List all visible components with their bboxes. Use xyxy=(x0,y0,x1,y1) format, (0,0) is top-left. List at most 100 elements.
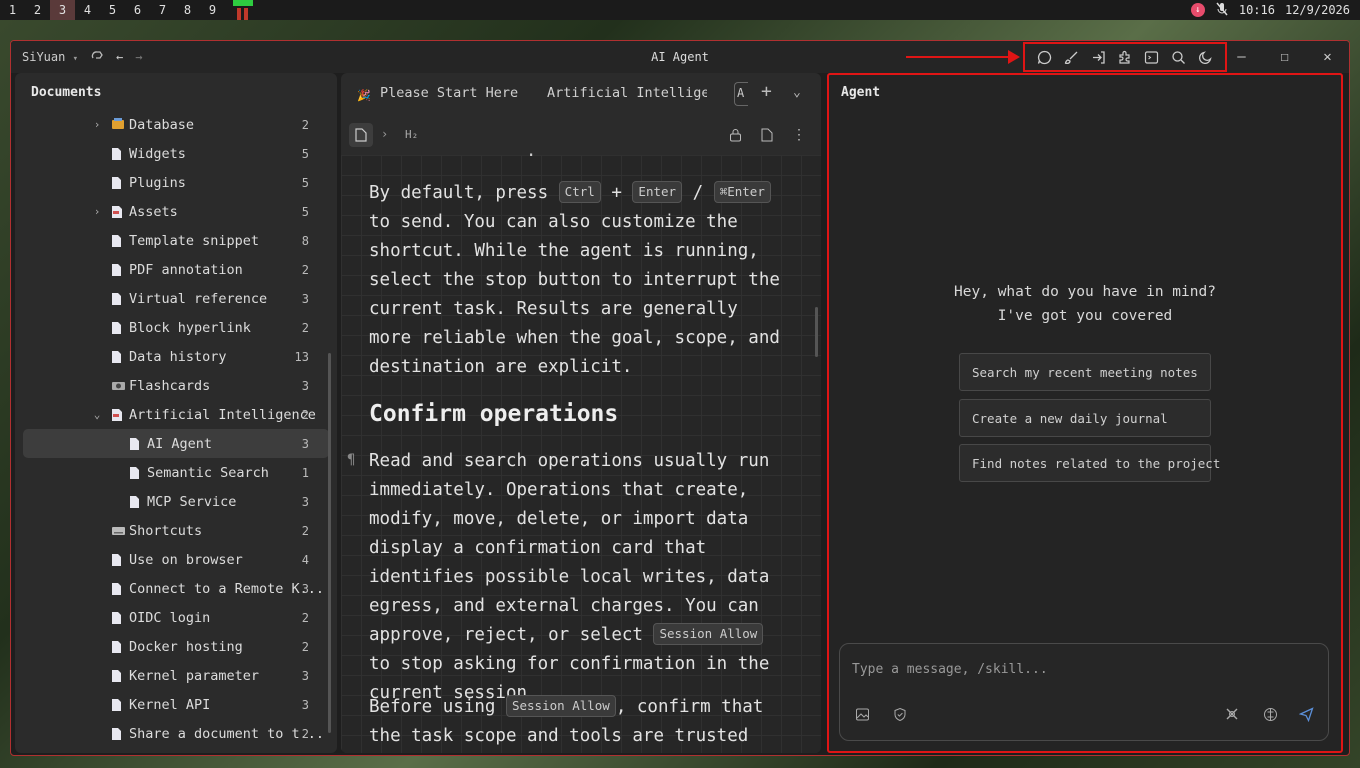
toolbar-highlight xyxy=(1023,42,1227,72)
paragraph-send-shortcut: By default, press Ctrl + Enter / ⌘Enter … xyxy=(369,181,780,377)
doc-tree-item[interactable]: Data history 13 xyxy=(15,342,337,371)
doc-tree-item[interactable]: Widgets 5 xyxy=(15,139,337,168)
workspace-menu[interactable]: SiYuan ▾ xyxy=(22,50,78,64)
workspace-3[interactable]: 3 xyxy=(50,0,75,20)
send-icon[interactable] xyxy=(1296,704,1316,724)
doc-tree-count: 5 xyxy=(301,175,309,190)
document-icon xyxy=(129,495,141,509)
activity-indicator-icon xyxy=(233,0,253,20)
doc-tree-label: Connect to a Remote K... xyxy=(129,580,325,597)
doc-tree-item[interactable]: Connect to a Remote K... 3 xyxy=(15,574,337,603)
doc-tree-count: 3 xyxy=(301,494,309,509)
keyboard-icon xyxy=(111,524,125,538)
doc-tree-item[interactable]: Flashcards 3 xyxy=(15,371,337,400)
document-icon xyxy=(111,553,123,567)
workspace-9[interactable]: 9 xyxy=(200,0,225,20)
message-input[interactable] xyxy=(852,658,1312,680)
doc-tree-item[interactable]: Virtual reference 3 xyxy=(15,284,337,313)
doc-tree-count: 5 xyxy=(301,146,309,161)
terminal-icon[interactable] xyxy=(1143,48,1161,66)
doc-tree-label: PDF annotation xyxy=(129,261,243,278)
doc-tree-item[interactable]: ⌄ Artificial Intelligence 2 xyxy=(15,400,337,429)
workspace-7[interactable]: 7 xyxy=(150,0,175,20)
model-icon[interactable] xyxy=(1260,704,1280,724)
doc-tree-item[interactable]: Kernel API 3 xyxy=(15,690,337,719)
kbd-ctrl: Ctrl xyxy=(558,181,601,203)
doc-tree-item[interactable]: OIDC login 2 xyxy=(15,603,337,632)
document-icon xyxy=(129,437,141,451)
doc-tree-count: 13 xyxy=(294,349,309,364)
maximize-button[interactable]: ☐ xyxy=(1263,41,1306,73)
doc-tree-item[interactable]: PDF annotation 2 xyxy=(15,255,337,284)
suggestion-project-notes[interactable]: Find notes related to the project xyxy=(959,444,1220,482)
pilcrow-icon[interactable]: ¶ xyxy=(347,452,355,468)
doc-tree-item[interactable]: › Assets 5 xyxy=(15,197,337,226)
chevron-right-icon[interactable]: › xyxy=(91,118,103,131)
chevron-right-icon[interactable]: › xyxy=(91,205,103,218)
suggestion-daily-journal[interactable]: Create a new daily journal xyxy=(959,399,1211,437)
clock-time: 10:16 xyxy=(1238,3,1275,17)
titlebar: SiYuan ▾ ← → AI Agent — ☐ ✕ xyxy=(11,41,1349,73)
doc-tree-item[interactable]: Semantic Search 1 xyxy=(15,458,337,487)
tab-menu-chevron-icon[interactable]: ⌄ xyxy=(793,85,801,100)
doc-tree-item[interactable]: Block hyperlink 2 xyxy=(15,313,337,342)
sync-icon[interactable] xyxy=(90,49,104,66)
new-tab-button[interactable]: + xyxy=(761,81,772,102)
doc-tree-item[interactable]: Share a document to t... 2 xyxy=(15,719,337,748)
lock-icon[interactable] xyxy=(727,127,743,143)
image-icon[interactable] xyxy=(852,704,872,724)
doc-tree-count: 3 xyxy=(301,378,309,393)
doc-tree-item[interactable]: › Database 2 xyxy=(15,110,337,139)
update-icon[interactable]: ↓ xyxy=(1190,3,1205,17)
doc-tree-item[interactable]: Docker hosting 2 xyxy=(15,632,337,661)
doc-tree-item[interactable]: Use on browser 4 xyxy=(15,545,337,574)
doc-tree-item[interactable]: Kernel parameter 3 xyxy=(15,661,337,690)
forward-icon[interactable]: → xyxy=(135,50,142,64)
editor-panel: 🎉 Please Start Here Artificial Intellige… xyxy=(341,73,821,753)
workspace-2[interactable]: 2 xyxy=(25,0,50,20)
workspace-8[interactable]: 8 xyxy=(175,0,200,20)
breadcrumb-heading[interactable]: H₂ xyxy=(405,128,418,141)
breadcrumb-separator-icon: › xyxy=(381,127,389,141)
doc-tree-count: 2 xyxy=(301,523,309,538)
agent-panel: Agent Hey, what do you have in mind? I'v… xyxy=(827,73,1343,753)
search-icon[interactable] xyxy=(1170,48,1188,66)
document-icon xyxy=(111,611,123,625)
docs-scrollbar[interactable] xyxy=(328,353,331,733)
workspace-4[interactable]: 4 xyxy=(75,0,100,20)
shield-icon[interactable] xyxy=(890,704,910,724)
doc-tree-item[interactable]: Plugins 5 xyxy=(15,168,337,197)
doc-tree-item[interactable]: Shortcuts 2 xyxy=(15,516,337,545)
document-icon[interactable] xyxy=(759,127,775,143)
doc-tree-count: 3 xyxy=(301,581,309,596)
tab-artificial-intelligence[interactable]: Artificial Intelligenc xyxy=(547,85,707,101)
moon-icon[interactable] xyxy=(1196,48,1214,66)
clock-date: 12/9/2026 xyxy=(1284,3,1350,17)
tools-icon[interactable] xyxy=(1222,704,1242,724)
close-button[interactable]: ✕ xyxy=(1306,41,1349,73)
editor-content[interactable]: . By default, press Ctrl + Enter / ⌘Ente… xyxy=(341,141,821,753)
doc-tree-item[interactable]: AI Agent 3 xyxy=(23,429,329,458)
workspace-6[interactable]: 6 xyxy=(125,0,150,20)
doc-tree-item[interactable]: Template snippet 8 xyxy=(15,226,337,255)
plugin-icon[interactable] xyxy=(1116,48,1134,66)
editor-scrollbar[interactable] xyxy=(815,307,818,357)
sign-in-icon[interactable] xyxy=(1089,48,1107,66)
camera-icon xyxy=(111,379,125,393)
file-icon[interactable] xyxy=(349,123,373,147)
doc-tree-label: Docker hosting xyxy=(129,638,243,655)
chevron-down-icon[interactable]: ⌄ xyxy=(91,408,103,421)
tab-please-start-here[interactable]: Please Start Here xyxy=(380,85,518,101)
workspace-1[interactable]: 1 xyxy=(0,0,25,20)
minimize-button[interactable]: — xyxy=(1220,41,1263,73)
doc-tree-item[interactable]: MCP Service 3 xyxy=(15,487,337,516)
back-icon[interactable]: ← xyxy=(116,50,123,64)
brush-icon[interactable] xyxy=(1062,48,1080,66)
chat-icon[interactable] xyxy=(1035,48,1053,66)
mic-muted-icon[interactable] xyxy=(1215,2,1229,19)
paragraph-before-using: Before using Session Allow, confirm that… xyxy=(369,695,764,746)
tab-ai-agent[interactable]: A xyxy=(734,82,748,106)
more-icon[interactable]: ⋮ xyxy=(791,127,807,143)
suggestion-meeting-notes[interactable]: Search my recent meeting notes xyxy=(959,353,1211,391)
workspace-5[interactable]: 5 xyxy=(100,0,125,20)
